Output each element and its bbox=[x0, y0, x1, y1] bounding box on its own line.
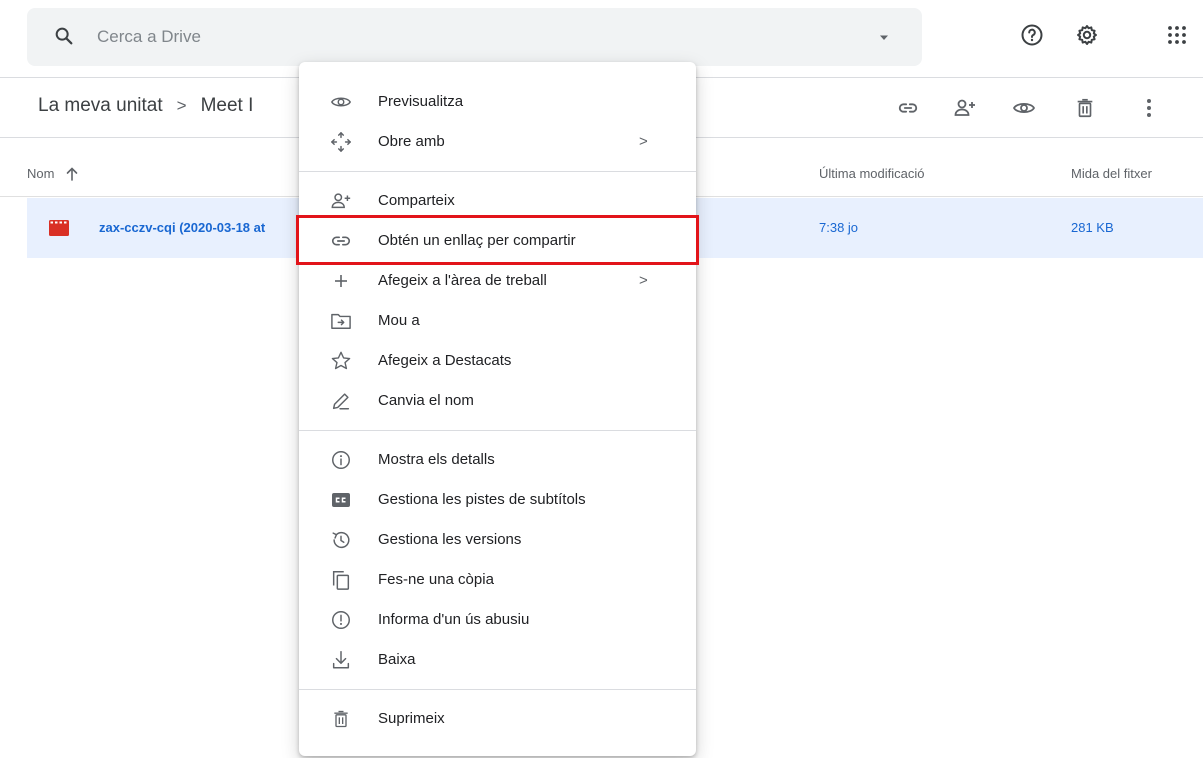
annotation-highlight-box bbox=[296, 215, 699, 265]
menu-item-make-copy[interactable]: Fes-ne una còpia bbox=[299, 560, 696, 600]
menu-item-move-to[interactable]: Mou a bbox=[299, 301, 696, 341]
breadcrumb-root[interactable]: La meva unitat bbox=[38, 95, 163, 117]
pencil-icon bbox=[330, 390, 352, 412]
eye-icon bbox=[330, 91, 352, 113]
column-header-name[interactable]: Nom bbox=[27, 166, 78, 181]
column-header-name-label: Nom bbox=[27, 166, 55, 181]
menu-item-open-with[interactable]: Obre amb > bbox=[299, 122, 696, 162]
menu-item-delete[interactable]: Suprimeix bbox=[299, 699, 696, 739]
cc-icon bbox=[330, 489, 352, 511]
menu-item-preview[interactable]: Previsualitza bbox=[299, 82, 696, 122]
menu-item-add-to-workspace[interactable]: Afegeix a l'àrea de treball > bbox=[299, 261, 696, 301]
search-bar[interactable]: Cerca a Drive bbox=[27, 8, 922, 66]
move-arrows-icon bbox=[330, 131, 352, 153]
menu-item-manage-captions[interactable]: Gestiona les pistes de subtítols bbox=[299, 480, 696, 520]
menu-item-label: Obre amb bbox=[378, 133, 445, 150]
submenu-chevron-icon: > bbox=[639, 133, 648, 150]
report-icon bbox=[330, 609, 352, 631]
more-actions-icon[interactable] bbox=[1137, 96, 1161, 120]
folder-move-icon bbox=[330, 310, 352, 332]
breadcrumb: La meva unitat > Meet I bbox=[38, 95, 253, 117]
star-icon bbox=[330, 350, 352, 372]
menu-item-download[interactable]: Baixa bbox=[299, 640, 696, 680]
person-add-icon bbox=[330, 190, 352, 212]
apps-grid-icon[interactable] bbox=[1164, 22, 1190, 48]
context-menu: Previsualitza Obre amb > Comparteix Obté… bbox=[299, 62, 696, 756]
menu-item-label: Previsualitza bbox=[378, 93, 464, 110]
menu-item-label: Informa d'un ús abusiu bbox=[378, 611, 530, 628]
menu-item-rename[interactable]: Canvia el nom bbox=[299, 381, 696, 421]
menu-item-manage-versions[interactable]: Gestiona les versions bbox=[299, 520, 696, 560]
menu-item-label: Comparteix bbox=[378, 192, 455, 209]
menu-item-report-abuse[interactable]: Informa d'un ús abusiu bbox=[299, 600, 696, 640]
search-options-dropdown-icon[interactable] bbox=[878, 34, 890, 42]
breadcrumb-separator: > bbox=[176, 96, 187, 115]
file-size: 281 KB bbox=[1071, 220, 1114, 235]
menu-item-label: Canvia el nom bbox=[378, 392, 474, 409]
column-header-modified[interactable]: Última modificació bbox=[819, 166, 924, 181]
column-header-size[interactable]: Mida del fitxer bbox=[1071, 166, 1152, 181]
menu-item-label: Mou a bbox=[378, 312, 420, 329]
history-icon bbox=[330, 529, 352, 551]
download-icon bbox=[330, 649, 352, 671]
menu-item-label: Gestiona les pistes de subtítols bbox=[378, 491, 586, 508]
share-person-add-icon[interactable] bbox=[953, 96, 977, 120]
search-input[interactable]: Cerca a Drive bbox=[97, 27, 201, 47]
info-icon bbox=[330, 449, 352, 471]
menu-item-label: Fes-ne una còpia bbox=[378, 571, 494, 588]
file-name[interactable]: zax-cczv-cqi (2020-03-18 at bbox=[99, 220, 271, 235]
menu-item-label: Afegeix a Destacats bbox=[378, 352, 512, 369]
menu-divider bbox=[299, 171, 696, 172]
menu-item-show-details[interactable]: Mostra els detalls bbox=[299, 440, 696, 480]
menu-item-label: Gestiona les versions bbox=[378, 531, 522, 548]
preview-eye-icon[interactable] bbox=[1012, 96, 1036, 120]
copy-icon bbox=[330, 569, 352, 591]
submenu-chevron-icon: > bbox=[639, 272, 648, 289]
delete-trash-icon[interactable] bbox=[1073, 96, 1097, 120]
trash-icon bbox=[330, 708, 352, 730]
video-file-icon bbox=[49, 220, 69, 236]
breadcrumb-current[interactable]: Meet I bbox=[201, 95, 254, 117]
menu-divider bbox=[299, 689, 696, 690]
sort-arrow-up-icon[interactable] bbox=[66, 166, 78, 181]
menu-item-label: Suprimeix bbox=[378, 710, 445, 727]
help-icon[interactable] bbox=[1019, 22, 1045, 48]
menu-item-label: Mostra els detalls bbox=[378, 451, 495, 468]
search-icon[interactable] bbox=[53, 25, 75, 47]
menu-item-label: Baixa bbox=[378, 651, 416, 668]
file-modified: 7:38 jo bbox=[819, 220, 859, 235]
plus-icon bbox=[330, 270, 352, 292]
menu-item-add-to-starred[interactable]: Afegeix a Destacats bbox=[299, 341, 696, 381]
get-link-icon[interactable] bbox=[896, 96, 920, 120]
menu-item-label: Afegeix a l'àrea de treball bbox=[378, 272, 547, 289]
menu-divider bbox=[299, 430, 696, 431]
settings-gear-icon[interactable] bbox=[1074, 22, 1100, 48]
